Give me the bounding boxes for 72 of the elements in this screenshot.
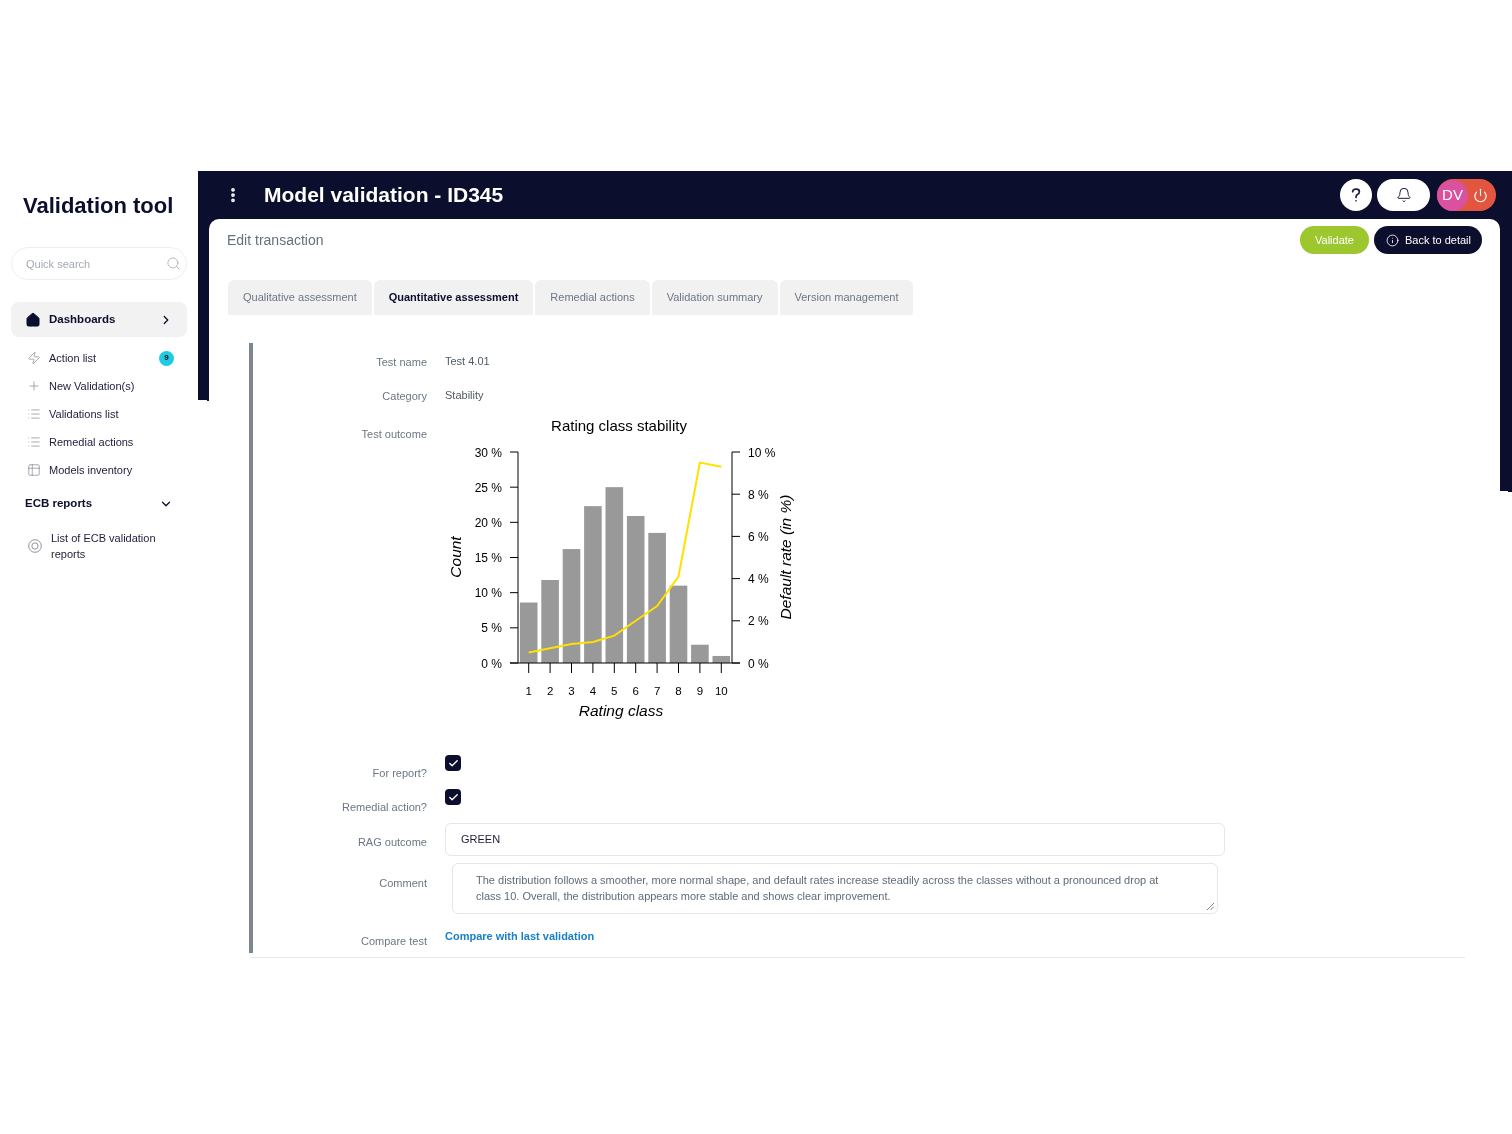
tab[interactable]: Qualitative assessment: [228, 280, 372, 315]
axis-tick-label: 5 %: [481, 621, 502, 636]
axis-tick-label: 0 %: [481, 656, 502, 671]
field-label: Category: [382, 390, 427, 402]
field-value: Test 4.01: [445, 354, 490, 369]
axis-tick-label: 10: [714, 685, 728, 697]
back-button[interactable]: Back to detail: [1373, 226, 1482, 254]
list-icon: [27, 407, 41, 421]
compare-link[interactable]: Compare with last validation: [445, 928, 595, 944]
bell-icon: [1395, 187, 1412, 203]
user-menu-button[interactable]: DV: [1437, 179, 1496, 211]
table-icon: [27, 463, 41, 477]
tab[interactable]: Quantitative assessment: [373, 280, 534, 315]
axis-tick-label: 25 %: [474, 480, 502, 495]
axis-tick-label: 10 %: [474, 586, 502, 601]
search-icon: [166, 256, 181, 271]
check-icon: [447, 791, 459, 803]
notifications-button[interactable]: [1377, 179, 1430, 211]
home-icon: [25, 311, 41, 328]
field-label: Remedial action?: [342, 801, 427, 813]
power-icon: [1473, 187, 1488, 203]
ring-icon: [28, 539, 42, 553]
checkbox[interactable]: [445, 755, 461, 771]
user-avatar: DV: [1437, 179, 1468, 211]
tab[interactable]: Version management: [779, 280, 914, 315]
app-title: Validation tool: [23, 193, 175, 219]
field-label: Compare test: [360, 935, 427, 947]
axis-title: Count: [447, 536, 464, 578]
axis-tick-label: 5: [611, 685, 618, 697]
axis-title: Rating class: [578, 702, 664, 719]
axis-tick-label: 0 %: [748, 656, 769, 671]
axis-tick-label: 6 %: [748, 529, 769, 544]
comment-field[interactable]: The distribution follows a smoother, more normal shape, and default rates increase steadily across the classes without a pronounced drop at class 10. Overall, the distribution appears more stable and shows clear improvement.: [452, 863, 1218, 914]
axis-tick-label: 2: [546, 685, 554, 697]
axis-title: Default rate (in %): [777, 494, 794, 620]
axis-tick-label: 7: [653, 685, 661, 697]
field-label: Test outcome: [361, 428, 427, 440]
field-label: Test name: [376, 356, 427, 368]
list-icon: [27, 435, 41, 449]
chart-title: Rating class stability: [551, 417, 687, 434]
card-title: Edit transaction: [227, 230, 325, 250]
resize-handle-icon[interactable]: [1207, 903, 1214, 910]
field-label: For report?: [372, 767, 427, 779]
axis-tick-label: 20 %: [474, 515, 502, 530]
axis-tick-label: 30 %: [474, 445, 502, 460]
count-badge: 9: [159, 350, 174, 366]
axis-tick-label: 10 %: [748, 445, 776, 460]
tab[interactable]: Validation summary: [651, 280, 778, 315]
axis-tick-label: 8: [675, 685, 682, 697]
search-field[interactable]: Quick search: [11, 247, 187, 280]
axis-tick-label: 9: [696, 685, 704, 697]
axis-tick-label: 15 %: [474, 551, 502, 565]
nav-group[interactable]: Dashboards: [11, 302, 187, 337]
axis-tick-label: 1: [525, 685, 532, 697]
axis-tick-label: 4: [589, 685, 597, 697]
page-title: Model validation - ID345: [264, 182, 505, 209]
lightning-icon: [27, 351, 41, 365]
input-field[interactable]: GREEN: [445, 823, 1225, 856]
help-button[interactable]: [1340, 179, 1372, 211]
axis-tick-label: 8 %: [748, 487, 769, 502]
check-icon: [447, 757, 459, 769]
plus-icon: [27, 379, 41, 393]
axis-tick-label: 2 %: [748, 614, 769, 629]
axis-tick-label: 3: [568, 685, 575, 697]
axis-tick-label: 6: [632, 685, 639, 697]
field-label: RAG outcome: [357, 836, 427, 848]
axis-tick-label: 4 %: [748, 572, 769, 587]
checkbox[interactable]: [445, 789, 461, 805]
field-value: Stability: [445, 388, 484, 403]
tab[interactable]: Remedial actions: [535, 280, 650, 315]
field-label: Comment: [379, 877, 427, 889]
info-icon: [1385, 233, 1399, 247]
